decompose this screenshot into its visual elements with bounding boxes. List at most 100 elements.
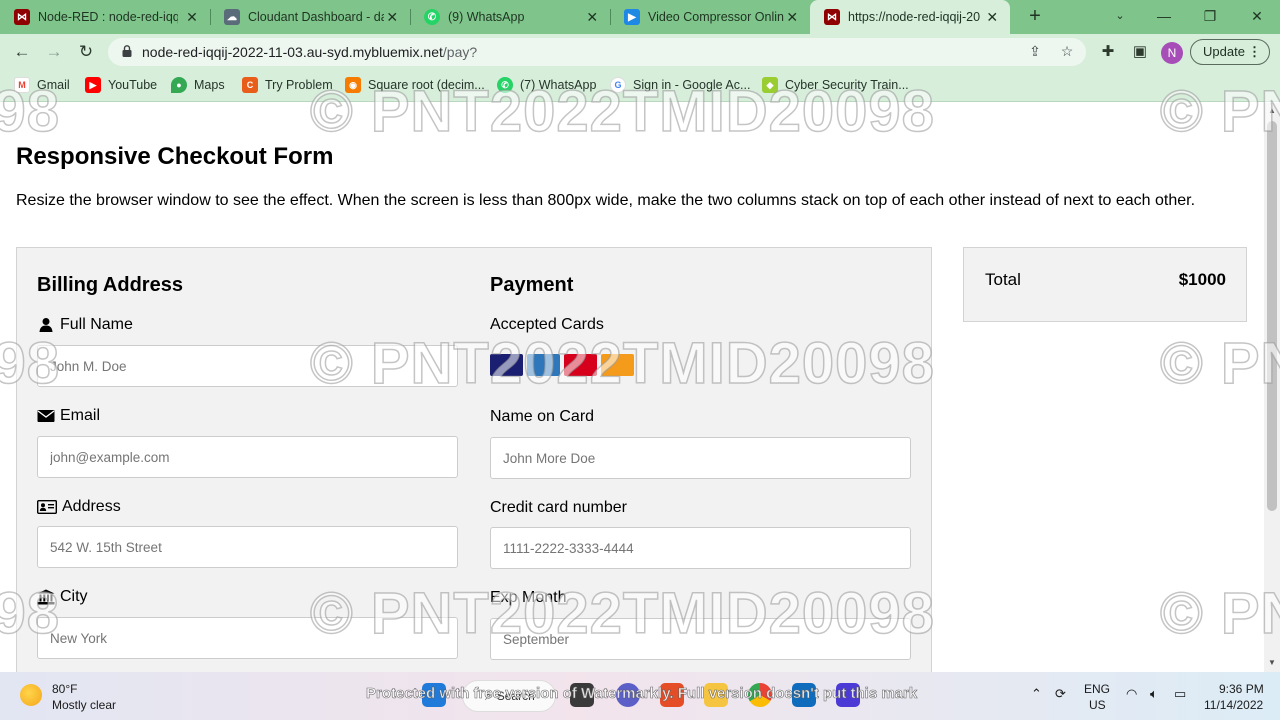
forward-arrow-icon[interactable]: → [42, 40, 66, 64]
tab-label: Video Compressor Online [648, 10, 785, 24]
side-panel-icon[interactable]: ▣ [1128, 40, 1152, 64]
bookmark-label: Square root (decim... [368, 78, 485, 92]
close-window-button[interactable]: ✕ [1234, 0, 1280, 34]
address-bar[interactable]: node-red-iqqij-2022-11-03.au-syd.mybluem… [108, 38, 1086, 66]
extensions-puzzle-icon[interactable]: ✚ [1096, 40, 1120, 64]
bookmark-label: Gmail [37, 78, 70, 92]
page-viewport: Responsive Checkout Form Resize the brow… [0, 103, 1264, 672]
name-on-card-label: Name on Card [490, 408, 595, 425]
region-indicator[interactable]: US [1089, 698, 1106, 712]
update-button[interactable]: Update ⋮ [1190, 39, 1270, 65]
cyber-icon: ◆ [762, 77, 778, 93]
whatsapp-icon: ✆ [497, 77, 513, 93]
microsoft-store-icon[interactable] [792, 683, 816, 707]
page-scrollbar[interactable]: ▲ ▼ [1264, 103, 1280, 672]
chrome-icon[interactable] [748, 683, 772, 707]
url-host: node-red-iqqij-2022-11-03.au-syd.mybluem… [142, 44, 443, 60]
clock-time[interactable]: 9:36 PM [1219, 682, 1264, 696]
card-number-input[interactable] [490, 527, 911, 569]
name-on-card-input[interactable] [490, 437, 911, 479]
bookmark-label: Maps [194, 78, 225, 92]
bookmark-square-root[interactable]: ◉ Square root (decim... [345, 77, 485, 93]
close-icon[interactable]: ✕ [584, 9, 600, 26]
google-icon: G [610, 77, 626, 93]
tab-search-chevron-icon[interactable]: ⌄ [1097, 0, 1143, 34]
address-label: Address [37, 498, 121, 516]
payment-heading: Payment [490, 274, 574, 296]
wifi-icon[interactable]: ◠ [1126, 686, 1137, 702]
whatsapp-icon: ✆ [424, 9, 440, 25]
tab-label: Node-RED : node-red-iqqij [38, 10, 178, 24]
browser-tab-strip: ⋈ Node-RED : node-red-iqqij ✕ ☁ Cloudant… [0, 0, 1280, 34]
file-explorer-icon[interactable] [704, 683, 728, 707]
close-icon[interactable]: ✕ [784, 9, 800, 26]
brave-browser-icon[interactable] [660, 683, 684, 707]
bookmarks-bar: M Gmail ▶ YouTube ● Maps C Try Problem ◉… [0, 70, 1280, 102]
profile-avatar[interactable]: N [1161, 42, 1183, 64]
exp-month-input[interactable] [490, 618, 911, 660]
new-tab-button[interactable]: + [1024, 5, 1046, 27]
volume-icon[interactable]: 🔈︎ [1150, 686, 1158, 702]
accepted-cards [490, 354, 634, 376]
bookmark-google-signin[interactable]: G Sign in - Google Ac... [610, 77, 750, 93]
scroll-up-arrow-icon[interactable]: ▲ [1268, 106, 1276, 115]
close-icon[interactable]: ✕ [984, 9, 1000, 26]
search-icon: ⌕ [485, 688, 492, 703]
tray-chevron-icon[interactable]: ⌃ [1031, 686, 1042, 702]
scroll-down-arrow-icon[interactable]: ▼ [1268, 658, 1276, 667]
institution-icon [37, 589, 55, 605]
page-title: Responsive Checkout Form [16, 143, 334, 170]
taskbar-search[interactable]: ⌕ Search [462, 680, 556, 712]
back-arrow-icon[interactable]: ← [10, 40, 34, 64]
bookmark-maps[interactable]: ● Maps [171, 77, 225, 93]
tab-label: Cloudant Dashboard - dat [248, 10, 385, 24]
city-input[interactable] [37, 617, 458, 659]
restore-button[interactable]: ❐ [1187, 0, 1233, 34]
weather-moon-icon[interactable] [20, 684, 42, 706]
language-indicator[interactable]: ENG [1084, 682, 1110, 696]
total-label: Total [985, 270, 1021, 289]
accepted-cards-label: Accepted Cards [490, 316, 604, 333]
bookmark-cyber-security[interactable]: ◆ Cyber Security Train... [762, 77, 909, 93]
bookmark-label: Try Problem [265, 78, 333, 92]
bookmark-label: YouTube [108, 78, 158, 92]
teams-chat-icon[interactable] [616, 683, 640, 707]
close-icon[interactable]: ✕ [384, 9, 400, 26]
email-label: Email [37, 407, 100, 425]
task-view-icon[interactable] [570, 683, 594, 707]
close-icon[interactable]: ✕ [184, 9, 200, 26]
node-red-icon: ⋈ [824, 9, 840, 25]
weather-description[interactable]: Mostly clear [52, 698, 116, 712]
bookmark-whatsapp[interactable]: ✆ (7) WhatsApp [497, 77, 596, 93]
share-icon[interactable]: ⇪ [1026, 43, 1044, 61]
tab-whatsapp[interactable]: ✆ (9) WhatsApp ✕ [410, 0, 610, 34]
exp-month-label: Exp Month [490, 589, 567, 606]
windows-taskbar: 80°F Mostly clear ⌕ Search ⌃ ⟳ ENG US ◠ … [0, 672, 1280, 720]
bookmark-try-problem[interactable]: C Try Problem [242, 77, 333, 93]
tab-node-red[interactable]: ⋈ Node-RED : node-red-iqqij ✕ [0, 0, 210, 34]
video-compressor-icon: ▶ [624, 9, 640, 25]
bookmark-gmail[interactable]: M Gmail [14, 77, 70, 93]
total-value: $1000 [1178, 270, 1226, 289]
tab-node-red-pay-active[interactable]: ⋈ https://node-red-iqqij-20 ✕ [810, 0, 1010, 34]
full-name-input[interactable] [37, 345, 458, 387]
tab-cloudant-dashboard[interactable]: ☁ Cloudant Dashboard - dat ✕ [210, 0, 410, 34]
battery-icon[interactable]: ▭ [1174, 686, 1186, 702]
sync-icon[interactable]: ⟳ [1055, 686, 1066, 702]
scrollbar-thumb[interactable] [1267, 121, 1277, 511]
lock-icon [122, 45, 132, 57]
tab-video-compressor[interactable]: ▶ Video Compressor Online ✕ [610, 0, 810, 34]
email-input[interactable] [37, 436, 458, 478]
minimize-button[interactable]: — [1141, 0, 1187, 34]
weather-temperature[interactable]: 80°F [52, 682, 77, 696]
address-input[interactable] [37, 526, 458, 568]
bookmark-star-icon[interactable]: ☆ [1058, 43, 1076, 61]
khan-icon: ◉ [345, 77, 361, 93]
windows-start-icon[interactable] [422, 683, 446, 707]
visa-icon [490, 354, 523, 376]
node-red-icon: ⋈ [14, 9, 30, 25]
visual-studio-icon[interactable] [836, 683, 860, 707]
bookmark-youtube[interactable]: ▶ YouTube [85, 77, 157, 93]
reload-icon[interactable]: ↻ [74, 40, 98, 64]
clock-date[interactable]: 11/14/2022 [1204, 698, 1263, 712]
